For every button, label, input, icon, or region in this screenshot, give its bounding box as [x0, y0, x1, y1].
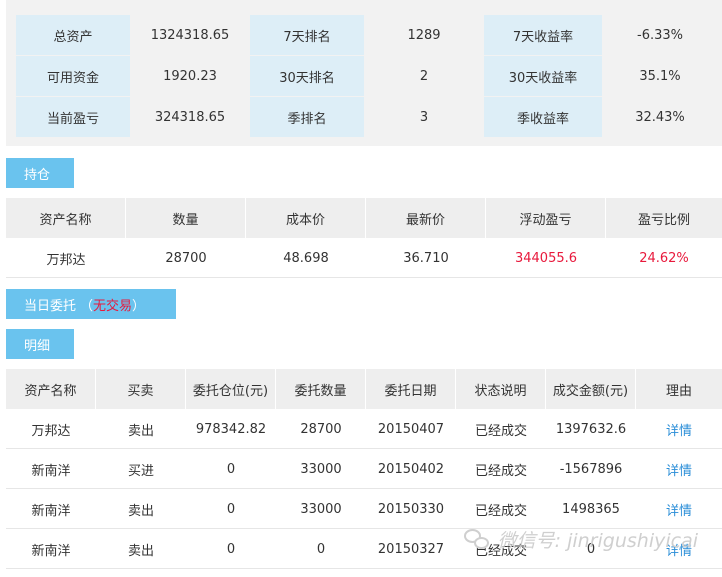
summary-row: 可用资金 1920.23 30天排名 2 30天收益率 35.1% [16, 56, 718, 96]
column-header: 数量 [126, 198, 246, 238]
rank-30d-label: 30天排名 [250, 56, 364, 96]
order-position: 0 [226, 501, 236, 517]
filled-amount: 0 [586, 541, 596, 557]
details-link[interactable]: 详情 [666, 540, 692, 559]
column-header: 成交金额(元) [546, 369, 636, 409]
today-orders-paren-open: （ [80, 298, 94, 314]
account-summary: 总资产 1324318.65 7天排名 1289 7天收益率 -6.33% 可用… [6, 0, 722, 146]
return-30d-value: 35.1% [602, 56, 718, 96]
column-header: 委托数量 [276, 369, 366, 409]
table-row: 万邦达 卖出 978342.82 28700 20150407 已经成交 139… [6, 409, 722, 449]
order-quantity: 0 [316, 541, 326, 557]
column-header: 最新价 [366, 198, 486, 238]
order-date: 20150327 [377, 541, 445, 557]
total-assets-value: 1324318.65 [130, 15, 250, 55]
order-date: 20150407 [377, 421, 445, 437]
details-link[interactable]: 详情 [666, 500, 692, 519]
cost-price: 48.698 [283, 250, 329, 266]
table-row: 新南洋 卖出 0 0 20150327 已经成交 0 详情 [6, 529, 722, 569]
column-header: 委托仓位(元) [186, 369, 276, 409]
details-link[interactable]: 详情 [666, 420, 692, 439]
today-orders-paren-close: ） [132, 298, 146, 314]
floating-pnl: 344055.6 [514, 250, 578, 266]
asset-name: 新南洋 [31, 543, 71, 559]
details-tab[interactable]: 明细 [6, 329, 74, 359]
table-row: 新南洋 买进 0 33000 20150402 已经成交 -1567896 详情 [6, 449, 722, 489]
current-pnl-label: 当前盈亏 [16, 97, 130, 137]
current-pnl-value: 324318.65 [130, 97, 250, 137]
pnl-ratio: 24.62% [639, 250, 689, 266]
rank-7d-value: 1289 [364, 15, 484, 55]
summary-row: 总资产 1324318.65 7天排名 1289 7天收益率 -6.33% [16, 15, 718, 55]
available-funds-value: 1920.23 [130, 56, 250, 96]
asset-name: 新南洋 [31, 503, 71, 519]
filled-amount: -1567896 [559, 461, 623, 477]
asset-name: 新南洋 [31, 463, 71, 479]
table-row: 万邦达 28700 48.698 36.710 344055.6 24.62% [6, 238, 722, 278]
table-header: 资产名称 数量 成本价 最新价 浮动盈亏 盈亏比例 [6, 198, 722, 238]
order-status: 已经成交 [474, 423, 527, 439]
order-status: 已经成交 [474, 543, 527, 559]
filled-amount: 1498365 [562, 501, 620, 517]
latest-price: 36.710 [403, 250, 449, 266]
order-date: 20150402 [377, 461, 445, 477]
asset-name: 万邦达 [46, 252, 86, 268]
summary-row: 当前盈亏 324318.65 季排名 3 季收益率 32.43% [16, 97, 718, 137]
trade-side: 买进 [127, 463, 154, 479]
order-status: 已经成交 [474, 503, 527, 519]
column-header: 成本价 [246, 198, 366, 238]
table-row: 新南洋 卖出 0 33000 20150330 已经成交 1498365 详情 [6, 489, 722, 529]
order-quantity: 28700 [300, 421, 342, 437]
order-position: 978342.82 [195, 421, 267, 437]
positions-tab[interactable]: 持仓 [6, 158, 74, 188]
trade-side: 卖出 [127, 543, 154, 559]
column-header: 资产名称 [6, 198, 126, 238]
column-header: 买卖 [96, 369, 186, 409]
trade-side: 卖出 [127, 423, 154, 439]
positions-tab-label: 持仓 [24, 167, 51, 183]
column-header: 盈亏比例 [637, 212, 690, 228]
return-7d-value: -6.33% [602, 15, 718, 55]
order-position: 0 [226, 541, 236, 557]
rank-30d-value: 2 [364, 56, 484, 96]
return-quarter-value: 32.43% [602, 97, 718, 137]
order-position: 0 [226, 461, 236, 477]
column-header: 理由 [665, 383, 692, 399]
today-orders-label: 当日委托 [24, 298, 77, 314]
trade-side: 卖出 [127, 503, 154, 519]
today-orders-tab[interactable]: 当日委托 （ 无交易 ） [6, 289, 176, 319]
return-30d-label: 30天收益率 [484, 56, 602, 96]
rank-7d-label: 7天排名 [250, 15, 364, 55]
rank-quarter-value: 3 [364, 97, 484, 137]
order-status: 已经成交 [474, 463, 527, 479]
positions-table: 资产名称 数量 成本价 最新价 浮动盈亏 盈亏比例 万邦达 28700 48.6… [6, 198, 722, 278]
details-link[interactable]: 详情 [666, 460, 692, 479]
today-orders-status: 无交易 [93, 298, 133, 314]
table-header: 资产名称 买卖 委托仓位(元) 委托数量 委托日期 状态说明 成交金额(元) 理… [6, 369, 722, 409]
order-quantity: 33000 [300, 461, 342, 477]
column-header: 委托日期 [366, 369, 456, 409]
details-table: 资产名称 买卖 委托仓位(元) 委托数量 委托日期 状态说明 成交金额(元) 理… [6, 369, 722, 569]
order-quantity: 33000 [300, 501, 342, 517]
rank-quarter-label: 季排名 [250, 97, 364, 137]
details-tab-label: 明细 [24, 338, 51, 354]
quantity: 28700 [165, 250, 207, 266]
column-header: 资产名称 [6, 369, 96, 409]
column-header: 状态说明 [456, 369, 546, 409]
total-assets-label: 总资产 [16, 15, 130, 55]
column-header: 浮动盈亏 [486, 198, 606, 238]
return-quarter-label: 季收益率 [484, 97, 602, 137]
return-7d-label: 7天收益率 [484, 15, 602, 55]
filled-amount: 1397632.6 [555, 421, 627, 437]
asset-name: 万邦达 [31, 423, 71, 439]
order-date: 20150330 [377, 501, 445, 517]
available-funds-label: 可用资金 [16, 56, 130, 96]
